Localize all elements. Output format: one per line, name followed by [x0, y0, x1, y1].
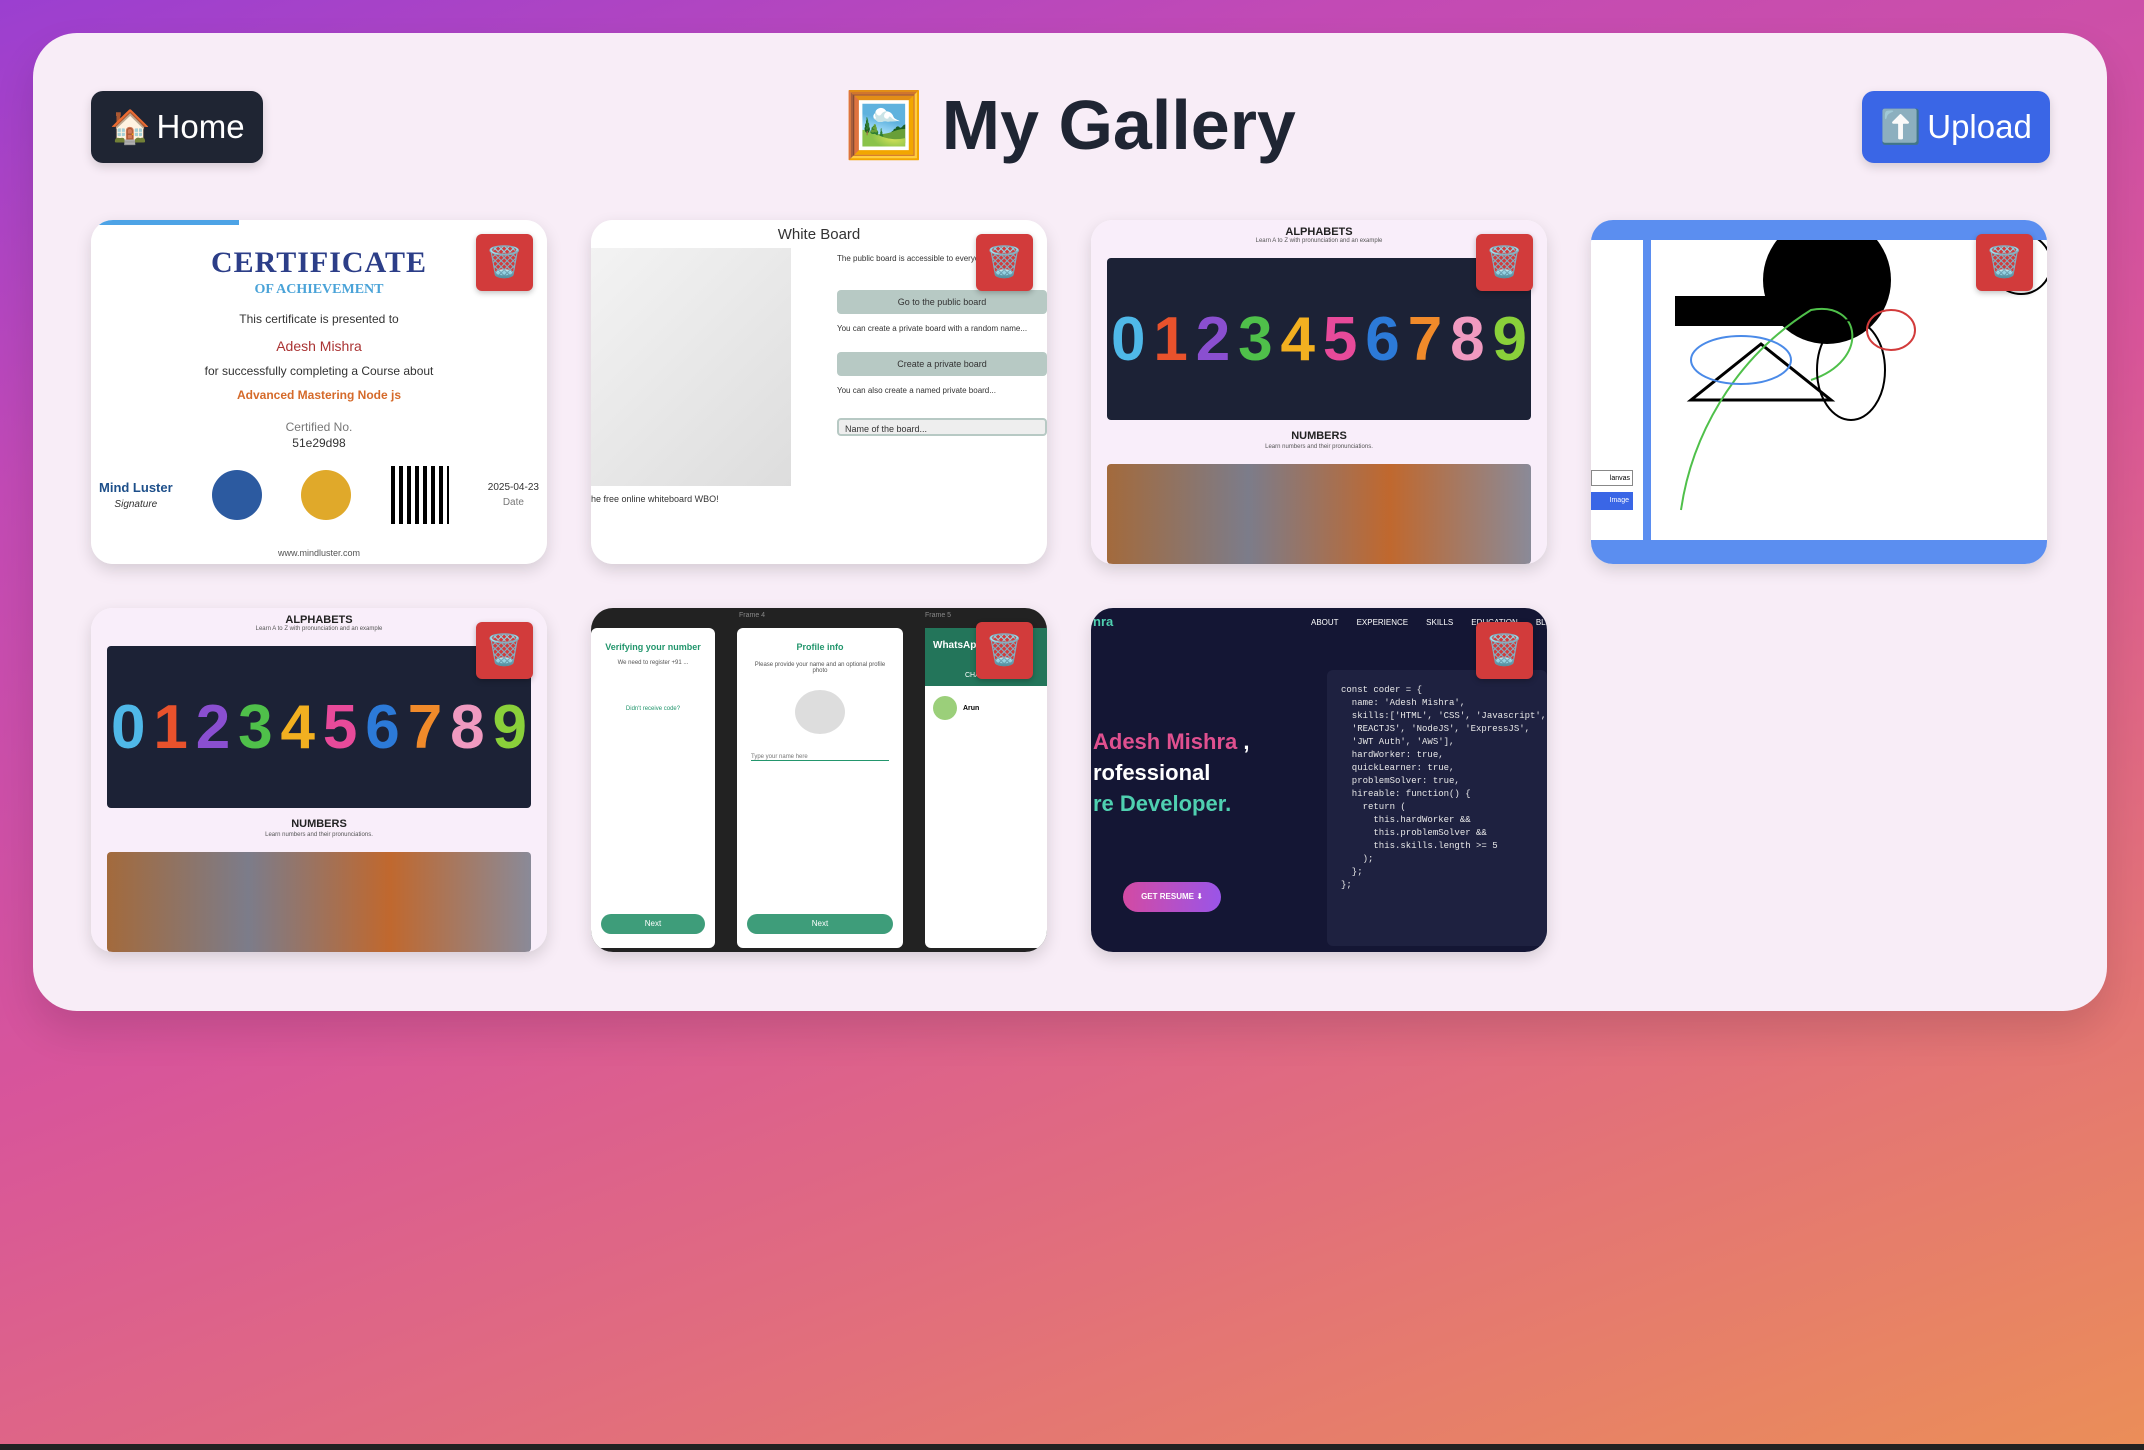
delete-button[interactable]: 🗑️	[1976, 234, 2033, 291]
verify-screen: Verifying your number We need to registe…	[591, 628, 715, 948]
cert-presented: This certificate is presented to	[239, 312, 399, 326]
animals-image	[107, 852, 531, 952]
cert-course: Advanced Mastering Node js	[236, 388, 402, 402]
delete-button[interactable]: 🗑️	[976, 622, 1033, 679]
drawing-toolbar: lanvas Image	[1591, 240, 1643, 540]
trash-icon: 🗑️	[1985, 246, 2024, 279]
medal-icon	[301, 470, 352, 520]
delete-button[interactable]: 🗑️	[1476, 234, 1533, 291]
cert-date: 2025-04-23	[487, 482, 539, 493]
wb-named-text: You can also create a named private boar…	[837, 386, 996, 395]
wb-name-input: Name of the board...	[837, 418, 1047, 436]
digits-image: 01234 56789	[107, 646, 531, 808]
wrong-code: Didn't receive code?	[625, 706, 681, 712]
gallery-card[interactable]: ALPHABETS Learn A to Z with pronunciatio…	[1091, 220, 1547, 564]
delete-button[interactable]: 🗑️	[476, 622, 533, 679]
delete-button[interactable]: 🗑️	[1476, 622, 1533, 679]
wb-caption: he free online whiteboard WBO!	[591, 494, 719, 504]
trash-icon: 🗑️	[985, 634, 1024, 667]
numbers-sub: Learn numbers and their pronunciations.	[265, 832, 373, 838]
upload-icon: ⬆️	[1880, 107, 1922, 145]
cert-completion: for successfully completing a Course abo…	[204, 364, 434, 378]
numbers-sub: Learn numbers and their pronunciations.	[1265, 444, 1373, 450]
cert-name: Adesh Mishra	[276, 338, 362, 354]
code-snippet: const coder = { name: 'Adesh Mishra', sk…	[1327, 670, 1547, 946]
page-title: 🖼️ My Gallery	[33, 85, 2107, 165]
trash-icon: 🗑️	[1485, 634, 1524, 667]
delete-button[interactable]: 🗑️	[476, 234, 533, 291]
numbers-heading: NUMBERS	[291, 818, 347, 830]
whiteboard-illustration	[591, 248, 791, 486]
name-input: Type your name here	[751, 754, 889, 761]
frame5-label: Frame 5	[925, 612, 952, 619]
qr-code-icon	[390, 466, 449, 524]
avatar	[933, 696, 957, 720]
next-label: Next	[747, 914, 893, 934]
digits-image: 01234 56789	[1107, 258, 1531, 420]
trash-icon: 🗑️	[485, 246, 524, 279]
delete-button[interactable]: 🗑️	[976, 234, 1033, 291]
cert-brand: Mind Luster	[99, 480, 173, 495]
cert-no-label: Certified No.	[285, 420, 353, 434]
portfolio-brand: nra	[1093, 614, 1114, 629]
cert-url: www.mindluster.com	[277, 548, 361, 558]
picture-icon: 🖼️	[844, 88, 924, 161]
gallery-card[interactable]: Frame 4 Frame 5 Verifying your number We…	[591, 608, 1047, 952]
numbers-heading: NUMBERS	[1291, 430, 1347, 442]
certified-seal-icon	[211, 470, 262, 520]
trash-icon: 🗑️	[485, 634, 524, 667]
resume-label: GET RESUME ⬇	[1123, 882, 1221, 912]
gallery-card[interactable]: ALPHABETS Learn A to Z with pronunciatio…	[91, 608, 547, 952]
upload-label: Upload	[1927, 108, 2032, 145]
wb-public-button: Go to the public board	[837, 290, 1047, 314]
upload-button[interactable]: ⬆️ Upload	[1862, 91, 2050, 163]
gallery-panel: 🏠 Home 🖼️ My Gallery ⬆️ Upload CERTIFICA…	[33, 33, 2107, 1011]
animals-image	[1107, 464, 1531, 564]
profile-title: Profile info	[796, 642, 844, 652]
profile-screen: Profile info Please provide your name an…	[737, 628, 903, 948]
profile-text: Please provide your name and an optional…	[754, 662, 886, 674]
camera-icon	[795, 690, 845, 734]
verify-title: Verifying your number	[605, 642, 701, 652]
gallery-card[interactable]: White Board The public board is accessib…	[591, 220, 1047, 564]
page-title-text: My Gallery	[941, 86, 1296, 164]
contact-name: Arun	[963, 704, 980, 712]
wb-private-button: Create a private board	[837, 352, 1047, 376]
gallery-card[interactable]: CERTIFICATE OF ACHIEVEMENT This certific…	[91, 220, 547, 564]
gallery-card[interactable]: lanvas Image 🗑️	[1591, 220, 2047, 564]
wb-private-text: You can create a private board with a ra…	[837, 324, 1028, 333]
trash-icon: 🗑️	[1485, 246, 1524, 279]
verify-text: We need to register +91 ...	[617, 660, 689, 666]
cert-no: 51e29d98	[292, 436, 346, 450]
cert-date-label: Date	[502, 497, 524, 508]
hero-text: Adesh Mishra , rofessional re Developer.	[1093, 729, 1250, 816]
gallery-card[interactable]: nra ABOUTEXPERIENCESKILLSEDUCATIONBLO Ad…	[1091, 608, 1547, 952]
trash-icon: 🗑️	[985, 246, 1024, 279]
bottom-edge	[0, 1444, 2144, 1450]
cert-signature-label: Signature	[114, 499, 158, 510]
clear-canvas-label: lanvas	[1591, 470, 1633, 486]
frame4-label: Frame 4	[739, 612, 766, 619]
next-label: Next	[601, 914, 705, 934]
upload-image-label: Image	[1591, 492, 1633, 510]
